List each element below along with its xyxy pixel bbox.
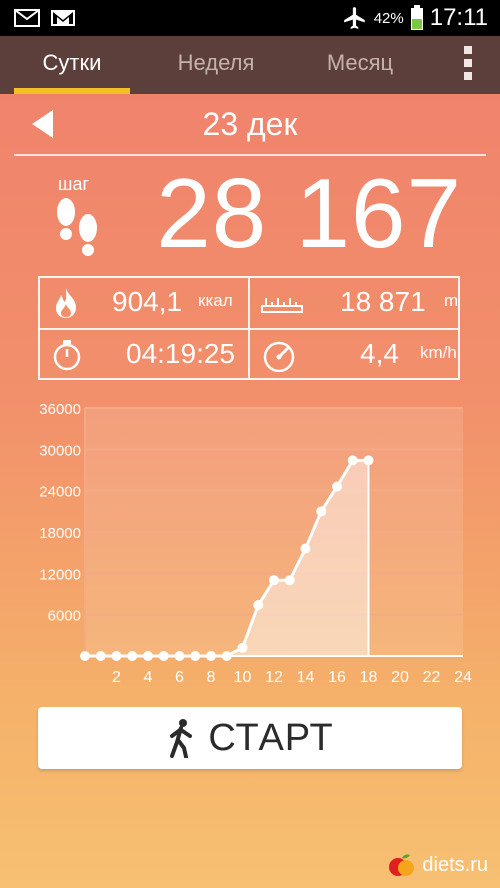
overflow-menu-icon[interactable] bbox=[464, 46, 474, 85]
x-tick-label: 16 bbox=[328, 669, 346, 686]
data-point bbox=[284, 575, 295, 586]
distance-cell: 18 871 m bbox=[250, 278, 460, 328]
steps-label: шаг bbox=[58, 174, 90, 194]
clock: 17:11 bbox=[429, 4, 488, 31]
period-tabs: Сутки Неделя Месяц bbox=[0, 36, 500, 94]
data-point bbox=[158, 651, 169, 661]
x-tick-label: 4 bbox=[144, 669, 153, 686]
distance-value: 18 871 bbox=[340, 286, 426, 317]
y-tick-label: 30000 bbox=[39, 442, 81, 459]
current-date: 23 дек bbox=[202, 106, 298, 142]
steps-count: 28 167 bbox=[156, 158, 462, 268]
divider bbox=[14, 154, 486, 156]
data-point bbox=[221, 651, 232, 661]
speedometer-icon bbox=[263, 341, 295, 372]
status-bar: 42% 17:11 bbox=[0, 0, 500, 36]
start-button-label: СТАРТ bbox=[208, 716, 334, 759]
battery-percent: 42% bbox=[373, 9, 404, 27]
data-point bbox=[316, 506, 327, 517]
data-point bbox=[363, 455, 374, 466]
speed-cell: 4,4 km/h bbox=[250, 330, 460, 380]
data-point bbox=[347, 455, 358, 466]
y-tick-label: 18000 bbox=[39, 525, 81, 542]
start-button[interactable]: СТАРТ bbox=[38, 707, 462, 769]
walking-person-icon bbox=[170, 719, 193, 758]
calories-value: 904,1 bbox=[112, 286, 183, 317]
data-point bbox=[269, 575, 279, 586]
steps-chart: 600012000180002400030000360002 4 6 8 10 12 14 1… bbox=[39, 401, 472, 686]
x-tick-label: 20 bbox=[391, 669, 409, 686]
duration-cell: 04:19:25 bbox=[40, 330, 248, 380]
y-tick-label: 6000 bbox=[48, 608, 81, 625]
x-tick-label: 12 bbox=[265, 669, 283, 686]
tab-day[interactable]: Сутки bbox=[0, 36, 144, 94]
x-tick-label: 10 bbox=[234, 669, 252, 686]
mail-icon bbox=[14, 9, 40, 27]
tab-week[interactable]: Неделя bbox=[144, 36, 288, 94]
y-tick-label: 24000 bbox=[39, 484, 81, 501]
x-tick-label: 2 bbox=[112, 669, 121, 686]
distance-unit: m bbox=[444, 291, 459, 310]
airplane-mode-icon bbox=[343, 7, 365, 29]
duration-value: 04:19:25 bbox=[126, 338, 235, 369]
data-point bbox=[174, 651, 185, 661]
x-tick-label: 6 bbox=[175, 669, 184, 686]
stats-grid: 904,1 ккал 18 871 m 04:19:25 4,4 km/h bbox=[38, 276, 460, 380]
data-point bbox=[332, 481, 342, 492]
stopwatch-icon bbox=[53, 340, 81, 371]
gmail-icon bbox=[51, 10, 75, 26]
calories-unit: ккал bbox=[198, 291, 233, 310]
calories-cell: 904,1 ккал bbox=[40, 278, 248, 328]
data-point bbox=[253, 600, 264, 611]
y-tick-label: 12000 bbox=[39, 566, 81, 583]
x-tick-label: 14 bbox=[297, 669, 315, 686]
fruit-logo-icon bbox=[389, 854, 415, 876]
speed-unit: km/h bbox=[420, 343, 457, 362]
data-point bbox=[237, 642, 248, 653]
data-point bbox=[80, 651, 90, 661]
x-tick-label: 8 bbox=[207, 669, 216, 686]
data-point bbox=[127, 651, 138, 661]
x-tick-label: 18 bbox=[360, 669, 378, 686]
data-point bbox=[111, 651, 122, 661]
data-point bbox=[206, 651, 216, 661]
tab-month[interactable]: Месяц bbox=[288, 36, 432, 94]
watermark-text: diets.ru bbox=[422, 853, 488, 876]
fire-icon bbox=[56, 288, 76, 318]
data-point bbox=[300, 543, 311, 554]
y-tick-label: 36000 bbox=[39, 401, 81, 418]
data-point bbox=[190, 651, 201, 661]
ruler-icon bbox=[261, 298, 303, 313]
data-point bbox=[95, 651, 106, 661]
x-tick-label: 22 bbox=[423, 669, 441, 686]
battery-icon bbox=[410, 5, 423, 30]
x-tick-label: 24 bbox=[454, 669, 472, 686]
data-point bbox=[143, 651, 153, 661]
watermark: diets.ru bbox=[388, 852, 488, 878]
speed-value: 4,4 bbox=[360, 338, 399, 369]
date-navigation: 23 дек bbox=[0, 98, 500, 154]
footprints-icon bbox=[57, 198, 97, 256]
